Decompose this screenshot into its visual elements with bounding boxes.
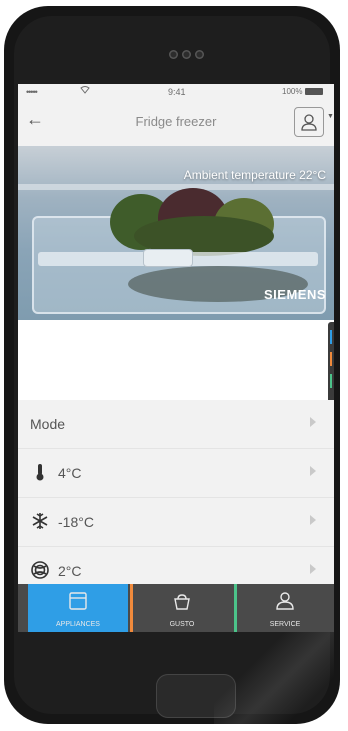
vitafresh-icon xyxy=(30,560,50,580)
app-screen: ••••• 9:41 100% ← Fridge freezer ▼ Ambie… xyxy=(18,84,334,632)
appliance-image: Ambient temperature 22°C SIEMENS xyxy=(18,146,334,320)
user-icon xyxy=(301,114,317,131)
tab-appliances[interactable]: APPLIANCES xyxy=(28,584,128,632)
chevron-down-icon: ▼ xyxy=(327,113,334,120)
service-user-icon xyxy=(274,590,296,617)
nav-bar: ← Fridge freezer ▼ xyxy=(18,100,334,144)
fridge-temperature-value: 4°C xyxy=(58,465,82,481)
vitafresh-temperature-value: 2°C xyxy=(58,563,82,579)
fridge-shelf xyxy=(18,184,334,190)
drawer-handle xyxy=(144,250,192,266)
side-drawer-handle[interactable] xyxy=(328,322,334,408)
battery-icon xyxy=(305,88,323,95)
status-time: 9:41 xyxy=(168,87,186,97)
page-title: Fridge freezer xyxy=(135,114,217,129)
status-bar: ••••• 9:41 100% xyxy=(18,84,334,100)
mode-row[interactable]: Mode xyxy=(18,400,334,449)
tab-gusto[interactable]: GUSTO xyxy=(132,584,232,632)
appliance-icon xyxy=(67,590,89,617)
tab-service-label: SERVICE xyxy=(269,621,301,628)
settings-list: Mode 4°C -18°C 2°C xyxy=(18,400,334,596)
chevron-right-icon xyxy=(310,515,316,525)
chevron-right-icon xyxy=(310,417,316,427)
wifi-icon xyxy=(80,85,90,96)
mode-label: Mode xyxy=(30,416,66,432)
tab-appliances-label: APPLIANCES xyxy=(56,621,100,628)
battery-percent: 100% xyxy=(282,87,303,96)
content-area xyxy=(18,320,334,400)
chevron-right-icon xyxy=(310,466,316,476)
tab-gusto-label: GUSTO xyxy=(169,621,195,628)
snowflake-icon xyxy=(30,511,50,531)
freezer-temperature-row[interactable]: -18°C xyxy=(18,498,334,547)
camera-icon xyxy=(169,50,204,59)
brand-logo: SIEMENS xyxy=(263,287,326,302)
tab-service[interactable]: SERVICE xyxy=(236,584,334,632)
tab-bar: APPLIANCES GUSTO SERVICE xyxy=(18,584,334,632)
profile-button[interactable] xyxy=(294,107,324,137)
fridge-temperature-row[interactable]: 4°C xyxy=(18,449,334,498)
ambient-temperature: Ambient temperature 22°C xyxy=(183,168,326,182)
signal-icon: ••••• xyxy=(26,87,38,97)
thermometer-icon xyxy=(30,462,50,482)
cooking-pot-icon xyxy=(171,590,193,617)
chevron-right-icon xyxy=(310,564,316,574)
freezer-temperature-value: -18°C xyxy=(58,514,94,530)
